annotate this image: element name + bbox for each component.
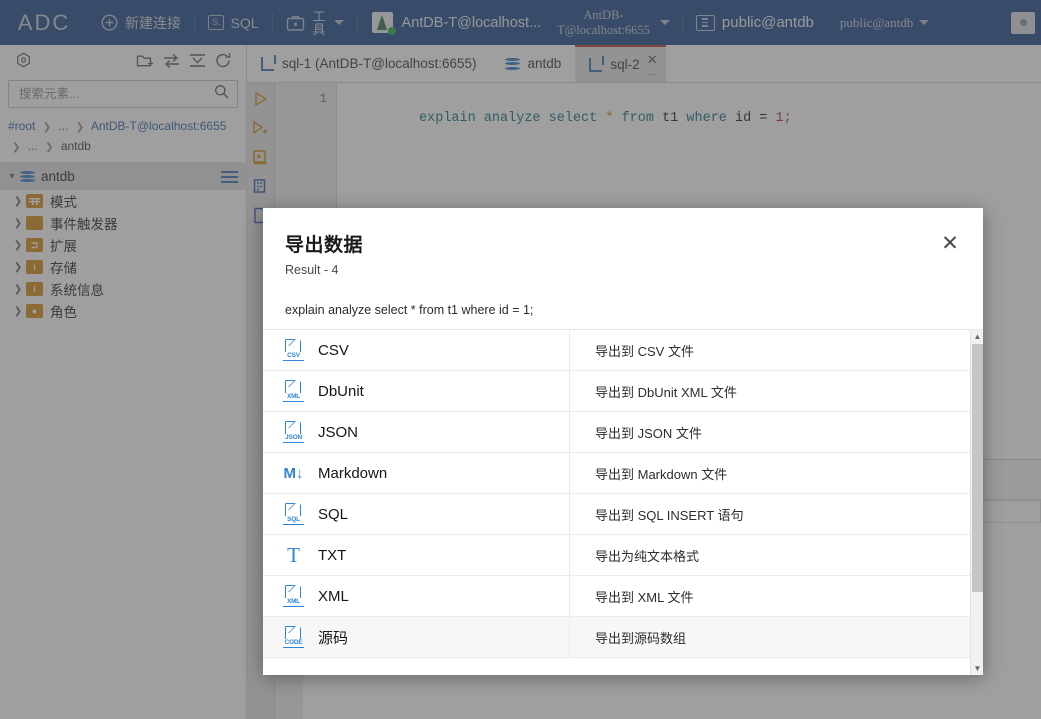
format-description: 导出到 JSON 文件 (595, 425, 702, 441)
scroll-down-icon[interactable]: ▼ (971, 662, 983, 675)
format-description: 导出到 Markdown 文件 (595, 466, 728, 482)
scroll-up-icon[interactable]: ▲ (971, 330, 983, 343)
format-name: TXT (318, 546, 347, 564)
list-item[interactable]: M↓ Markdown 导出到 Markdown 文件 (263, 453, 983, 494)
format-description: 导出到 DbUnit XML 文件 (595, 384, 737, 400)
format-description: 导出到 SQL INSERT 语句 (595, 507, 744, 523)
xml-file-icon: XML (283, 584, 304, 607)
xml-file-icon: XML (283, 379, 304, 402)
txt-file-icon: T (287, 542, 300, 567)
code-file-icon: CODE (283, 625, 304, 648)
export-data-dialog: 导出数据 Result - 4 ✕ explain analyze select… (263, 208, 983, 675)
format-name: SQL (318, 505, 349, 523)
file-icon-label: CSV (283, 352, 304, 361)
file-icon-label: JSON (283, 434, 304, 443)
json-file-icon: JSON (283, 420, 304, 443)
list-item[interactable]: T TXT 导出为纯文本格式 (263, 535, 983, 576)
csv-file-icon: CSV (283, 338, 304, 361)
format-name: Markdown (318, 464, 388, 482)
file-icon-label: XML (283, 393, 304, 402)
export-format-list: CSV CSV 导出到 CSV 文件 XML DbUnit 导出到 DbUnit… (263, 330, 983, 658)
format-description: 导出到 CSV 文件 (595, 343, 694, 359)
list-item[interactable]: CODE 源码 导出到源码数组 (263, 617, 983, 658)
format-description: 导出到源码数组 (595, 630, 687, 646)
file-icon-label: XML (283, 598, 304, 607)
list-item[interactable]: SQL SQL 导出到 SQL INSERT 语句 (263, 494, 983, 535)
format-description: 导出到 XML 文件 (595, 589, 694, 605)
format-name: CSV (318, 341, 349, 359)
list-item[interactable]: JSON JSON 导出到 JSON 文件 (263, 412, 983, 453)
dialog-title: 导出数据 (285, 235, 364, 256)
format-description: 导出为纯文本格式 (595, 548, 700, 564)
format-name: JSON (318, 423, 359, 441)
markdown-icon: M↓ (283, 464, 304, 482)
format-name: DbUnit (318, 382, 364, 400)
close-icon[interactable]: ✕ (937, 230, 963, 256)
list-item[interactable]: CSV CSV 导出到 CSV 文件 (263, 330, 983, 371)
list-item[interactable]: XML DbUnit 导出到 DbUnit XML 文件 (263, 371, 983, 412)
dialog-query-text: explain analyze select * from t1 where i… (285, 303, 534, 317)
file-icon-label: SQL (283, 516, 304, 525)
dialog-header: 导出数据 Result - 4 ✕ (263, 208, 983, 278)
file-icon-label: CODE (283, 639, 304, 648)
app-root: ADC 新建连接 S. SQL 工 具 (0, 0, 1041, 719)
dialog-scrollbar[interactable]: ▲ ▼ (970, 330, 983, 675)
dialog-subtitle: Result - 4 (285, 263, 339, 277)
scrollbar-thumb[interactable] (972, 344, 983, 592)
format-name: XML (318, 587, 349, 605)
format-name: 源码 (318, 629, 349, 647)
list-item[interactable]: XML XML 导出到 XML 文件 (263, 576, 983, 617)
sql-file-icon: SQL (283, 502, 304, 525)
export-format-list-wrapper: CSV CSV 导出到 CSV 文件 XML DbUnit 导出到 DbUnit… (263, 329, 983, 675)
